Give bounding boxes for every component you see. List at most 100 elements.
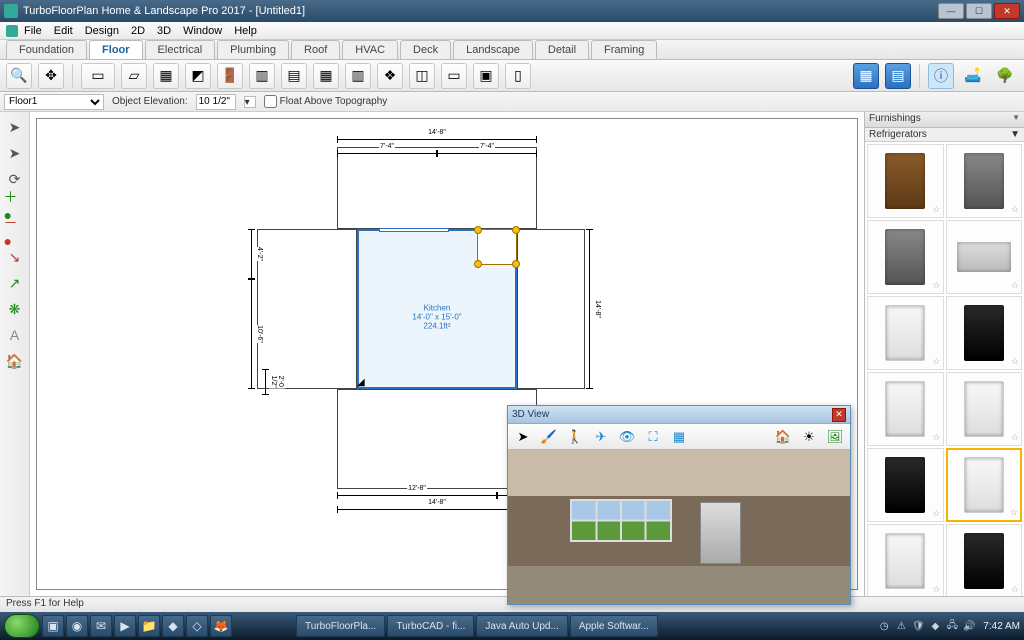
3d-fly-icon[interactable]: ✈ [590,427,612,447]
tray-icon[interactable]: ◆ [928,619,942,633]
catalog-item[interactable]: ☆ [946,296,1023,370]
landscape-tool-icon[interactable]: ❖ [377,63,403,89]
mirror-copy-tool-icon[interactable]: ↗ [4,272,26,294]
tab-roof[interactable]: Roof [291,40,340,59]
opening-tool-icon[interactable]: ◫ [409,63,435,89]
catalog-item[interactable]: ☆ [946,372,1023,446]
tab-detail[interactable]: Detail [535,40,589,59]
menu-3d[interactable]: 3D [157,25,171,37]
3d-view-close-button[interactable]: ✕ [832,408,846,422]
taskbar-app-java[interactable]: Java Auto Upd... [476,615,567,637]
placed-refrigerator[interactable] [477,229,517,265]
catalog-item[interactable]: ☆ [867,144,944,218]
tab-electrical[interactable]: Electrical [145,40,216,59]
catalog-item[interactable]: ☆ [946,524,1023,596]
page-tool-icon[interactable]: ▱ [121,63,147,89]
view-layout-button[interactable]: ▤ [885,63,911,89]
tab-hvac[interactable]: HVAC [342,40,398,59]
3d-lights-icon[interactable]: ⛶ [642,427,664,447]
room-kitchen[interactable]: Kitchen 14'-0" x 15'-0" 224.1ft² ◢ [357,229,517,389]
menu-edit[interactable]: Edit [54,25,73,37]
3d-view-window[interactable]: 3D View ✕ ➤ 🖌️ 🚶 ✈ 👁 ⛶ ▦ 🏠 ☀ 🖼 [507,405,851,605]
shape-tool-icon[interactable]: ◩ [185,63,211,89]
quicklaunch-app-icon[interactable]: ◆ [162,615,184,637]
catalog-item[interactable]: ☆ [867,448,944,522]
3d-pan-icon[interactable]: 🖌️ [538,427,560,447]
favorite-star-icon[interactable]: ☆ [1011,204,1019,215]
elevation-dropdown-icon[interactable]: ▾ [244,96,256,108]
tray-icon[interactable]: ◷ [877,619,891,633]
catalog-item-selected[interactable]: ☆ [946,448,1023,522]
taskbar-app-turbofloorplan[interactable]: TurboFloorPla... [296,615,385,637]
cabinet-tool-icon[interactable]: ▭ [441,63,467,89]
quicklaunch-browser-icon[interactable]: ◉ [66,615,88,637]
cube-tool-icon[interactable]: ▦ [153,63,179,89]
zoom-tool-icon[interactable]: 🔍 [6,63,32,89]
3d-view-titlebar[interactable]: 3D View ✕ [508,406,850,424]
tab-foundation[interactable]: Foundation [6,40,87,59]
menu-window[interactable]: Window [183,25,222,37]
menu-help[interactable]: Help [234,25,257,37]
catalog-item[interactable]: ☆ [867,524,944,596]
minimize-button[interactable]: — [938,3,964,19]
select-similar-tool-icon[interactable]: ➤ [4,142,26,164]
system-tray[interactable]: ◷ ⚠ 🛡 ◆ 🖧 🔊 7:42 AM [877,619,1020,633]
quicklaunch-app2-icon[interactable]: ◇ [186,615,208,637]
taskbar-app-turbocad[interactable]: TurboCAD - fi... [387,615,474,637]
drawing-canvas[interactable]: 14'-8" 7'-4" 7'-4" 14'-8" 4'-2" 10'-6" 2… [36,118,858,590]
accessory-furniture-icon[interactable]: 🛋️ [960,63,986,89]
favorite-star-icon[interactable]: ☆ [932,204,940,215]
catalog-item[interactable]: ☆ [867,296,944,370]
catalog-heading[interactable]: Furnishings▼ [865,112,1024,128]
accessory-plant-icon[interactable]: 🌳 [992,63,1018,89]
text-tool-icon[interactable]: A [4,324,26,346]
railing-tool-icon[interactable]: ▦ [313,63,339,89]
window-symbol[interactable] [379,228,449,232]
select-tool-icon[interactable]: ➤ [4,116,26,138]
wall-tool-icon[interactable]: ▭ [81,63,115,89]
tray-icon[interactable]: 🛡 [911,619,925,633]
mirror-tool-icon[interactable]: ↘ [4,246,26,268]
tray-volume-icon[interactable]: 🔊 [962,619,976,633]
tab-floor[interactable]: Floor [89,40,143,59]
elevation-input[interactable] [196,94,236,110]
door-tool-icon[interactable]: 🚪 [217,63,243,89]
menu-2d[interactable]: 2D [131,25,145,37]
fence-tool-icon[interactable]: ▥ [345,63,371,89]
favorite-star-icon[interactable]: ☆ [1011,584,1019,595]
catalog-item[interactable]: ☆ [867,220,944,294]
catalog-category[interactable]: Refrigerators▼ [865,128,1024,142]
tray-network-icon[interactable]: 🖧 [945,619,959,633]
quicklaunch-folder-icon[interactable]: 📁 [138,615,160,637]
favorite-star-icon[interactable]: ☆ [1011,432,1019,443]
column-tool-icon[interactable]: ▯ [505,63,531,89]
3d-render-icon[interactable]: 🖼 [824,427,846,447]
window-tool-icon[interactable]: ▥ [249,63,275,89]
tab-landscape[interactable]: Landscape [453,40,533,59]
favorite-star-icon[interactable]: ☆ [932,584,940,595]
taskbar-clock[interactable]: 7:42 AM [983,621,1020,632]
quicklaunch-explorer-icon[interactable]: ▣ [42,615,64,637]
menu-design[interactable]: Design [85,25,119,37]
float-above-checkbox[interactable] [264,95,277,108]
favorite-star-icon[interactable]: ☆ [1011,280,1019,291]
taskbar-app-apple[interactable]: Apple Softwar... [570,615,658,637]
quicklaunch-media-icon[interactable]: ▶ [114,615,136,637]
pan-tool-icon[interactable]: ✥ [38,63,64,89]
3d-look-icon[interactable]: 👁 [616,427,638,447]
3d-sun-icon[interactable]: ☀ [798,427,820,447]
3d-plan-icon[interactable]: ▦ [668,427,690,447]
view-plan-button[interactable]: ▦ [853,63,879,89]
stairs-tool-icon[interactable]: ▤ [281,63,307,89]
3d-walk-icon[interactable]: 🚶 [564,427,586,447]
tab-framing[interactable]: Framing [591,40,657,59]
favorite-star-icon[interactable]: ☆ [932,508,940,519]
remove-node-tool-icon[interactable]: －● [4,220,26,242]
close-button[interactable]: ✕ [994,3,1020,19]
start-button[interactable] [4,614,40,638]
favorite-star-icon[interactable]: ☆ [1010,507,1018,518]
favorite-star-icon[interactable]: ☆ [932,356,940,367]
tray-icon[interactable]: ⚠ [894,619,908,633]
info-button[interactable]: ⓘ [928,63,954,89]
tab-deck[interactable]: Deck [400,40,451,59]
